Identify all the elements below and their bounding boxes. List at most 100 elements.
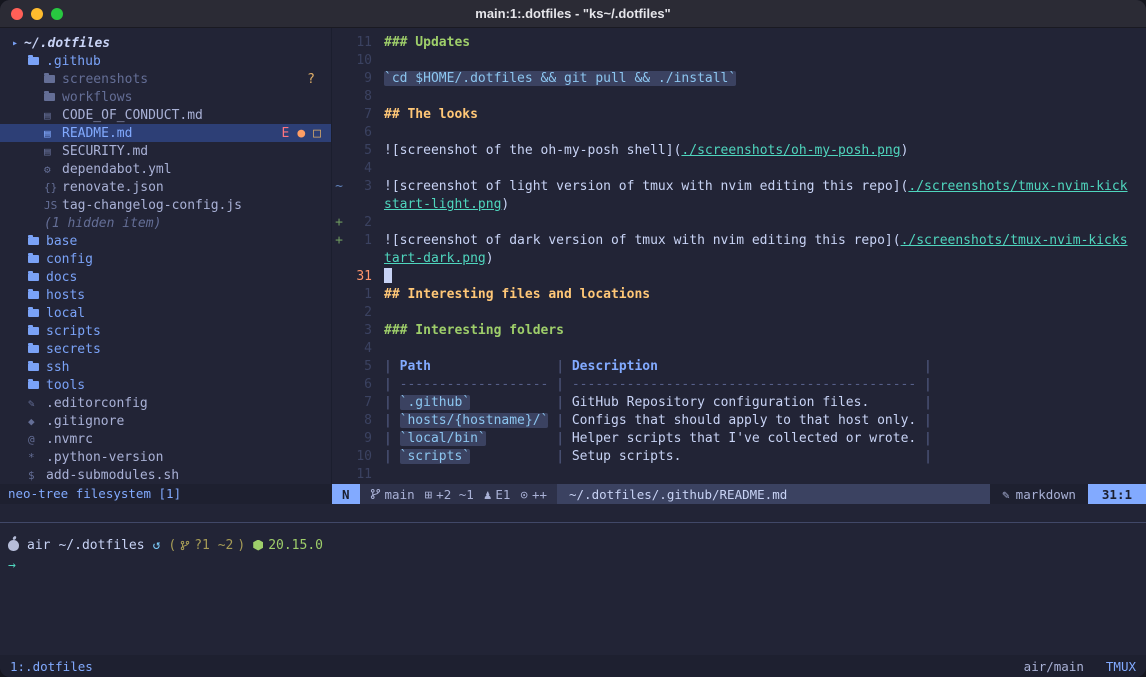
tree-item-github[interactable]: .github <box>0 52 331 70</box>
tree-item-security[interactable]: ▤ SECURITY.md <box>0 142 331 160</box>
diff-counts: +2 ~1 <box>436 487 474 502</box>
git-dirty-counts: ?1 ~2 <box>194 538 233 553</box>
editor-line[interactable]: 9 `cd $HOME/.dotfiles && git pull && ./i… <box>332 70 1146 88</box>
shell-pane[interactable]: air ~/.dotfiles ↺ ( ?1 ~2 ) 20.15.0 <box>0 523 1146 655</box>
tree-item-screenshots[interactable]: screenshots ? <box>0 70 331 88</box>
zoom-button[interactable] <box>51 8 63 20</box>
tree-item-renovate[interactable]: {} renovate.json <box>0 178 331 196</box>
prompt-path: ~/.dotfiles <box>58 538 144 553</box>
titlebar: main:1:.dotfiles - "ks~/.dotfiles" <box>0 0 1146 28</box>
editor-line-wrap[interactable]: tart-dark.png) <box>332 250 1146 268</box>
inline-code: `scripts` <box>400 449 470 464</box>
tree-item-dependabot[interactable]: ⚙ dependabot.yml <box>0 160 331 178</box>
asterisk-icon: * <box>28 451 46 464</box>
folder-icon <box>28 255 39 263</box>
markdown-link[interactable]: ./screenshots/oh-my-posh.png <box>681 143 900 158</box>
editor-line[interactable]: +1 ![screenshot of dark version of tmux … <box>332 232 1146 250</box>
tree-item-hosts[interactable]: hosts <box>0 286 331 304</box>
editor-cursor-line[interactable]: 31 <box>332 268 1146 286</box>
tree-item-readme[interactable]: ▤ README.md E ● □ <box>0 124 331 142</box>
minimize-button[interactable] <box>31 8 43 20</box>
markdown-file-icon: ▤ <box>44 145 62 158</box>
tree-root[interactable]: ~/.dotfiles <box>0 34 331 52</box>
gear-icon: ⚙ <box>44 163 62 176</box>
folder-icon <box>44 93 55 101</box>
folder-icon <box>28 57 39 65</box>
tree-item-tools[interactable]: tools <box>0 376 331 394</box>
editor-table-row[interactable]: 9 | `local/bin` | Helper scripts that I'… <box>332 430 1146 448</box>
editor-line[interactable]: 11 ### Updates <box>332 34 1146 52</box>
expand-arrow-icon <box>12 38 18 49</box>
tree-item-code-of-conduct[interactable]: ▤ CODE_OF_CONDUCT.md <box>0 106 331 124</box>
tree-hidden-items-note[interactable]: (1 hidden item) <box>0 214 331 232</box>
editor-line[interactable]: 3 ### Interesting folders <box>332 322 1146 340</box>
markdown-link[interactable]: start-light.png <box>384 197 501 212</box>
tmux-status-bar: 1:.dotfiles air/main TMUX <box>0 655 1146 677</box>
tree-item-gitignore[interactable]: ◆ .gitignore <box>0 412 331 430</box>
markdown-link[interactable]: ./screenshots/tmux-nvim-kicks <box>901 233 1128 248</box>
editor-line[interactable]: 4 <box>332 340 1146 358</box>
tree-item-ssh[interactable]: ssh <box>0 358 331 376</box>
tree-item-workflows[interactable]: workflows <box>0 88 331 106</box>
markdown-link[interactable]: tart-dark.png <box>384 251 486 266</box>
cursor-block <box>384 268 392 283</box>
close-button[interactable] <box>11 8 23 20</box>
git-untracked-marker: ? <box>307 72 315 87</box>
folder-icon <box>28 273 39 281</box>
editor-line[interactable]: 6 <box>332 124 1146 142</box>
mode-indicator: N <box>332 484 360 504</box>
node-icon <box>253 540 263 551</box>
editor-line[interactable]: ~3 ![screenshot of light version of tmux… <box>332 178 1146 196</box>
editor-line[interactable]: 5 ![screenshot of the oh-my-posh shell](… <box>332 142 1146 160</box>
tree-item-secrets[interactable]: secrets <box>0 340 331 358</box>
folder-icon <box>28 345 39 353</box>
editor-table-row[interactable]: 7 | `.github` | GitHub Repository config… <box>332 394 1146 412</box>
tree-item-python-version[interactable]: * .python-version <box>0 448 331 466</box>
editor-table-row[interactable]: 10 | `scripts` | Setup scripts. | <box>332 448 1146 466</box>
error-flag: E <box>282 126 290 141</box>
tree-item-editorconfig[interactable]: ✎ .editorconfig <box>0 394 331 412</box>
prompt-host: air <box>27 538 50 553</box>
tree-item-base[interactable]: base <box>0 232 331 250</box>
editor-table-header[interactable]: 5 | Path | Description | <box>332 358 1146 376</box>
tree-item-local[interactable]: local <box>0 304 331 322</box>
prompt-git-segment: ( ?1 ~2 ) <box>168 538 245 553</box>
editor-line[interactable]: +2 <box>332 214 1146 232</box>
editor-line[interactable]: 1 ## Interesting files and locations <box>332 286 1146 304</box>
node-version: 20.15.0 <box>268 538 323 553</box>
node-segment: 20.15.0 <box>253 538 323 553</box>
lsp-icon: ⊙ <box>520 487 528 502</box>
editor-line[interactable]: 11 <box>332 466 1146 484</box>
tree-item-docs[interactable]: docs <box>0 268 331 286</box>
table-header-path: Path <box>400 359 431 374</box>
tree-item-scripts[interactable]: scripts <box>0 322 331 340</box>
at-icon: @ <box>28 433 46 446</box>
editor-line[interactable]: 7 ## The looks <box>332 106 1146 124</box>
inline-code: `hosts/{hostname}/` <box>400 413 549 428</box>
tree-item-config[interactable]: config <box>0 250 331 268</box>
json-icon: {} <box>44 181 62 194</box>
diagnostics-group: ♟ E1 <box>484 487 511 502</box>
branch-icon <box>180 540 190 551</box>
lsp-group: ⊙ ++ <box>520 487 547 502</box>
tree-item-tag-changelog[interactable]: JS tag-changelog-config.js <box>0 196 331 214</box>
tmux-window-item[interactable]: 1:.dotfiles <box>10 659 93 674</box>
filetype-segment: ✎ markdown <box>990 484 1088 504</box>
editor-line[interactable]: 2 <box>332 304 1146 322</box>
editor-table-rule[interactable]: 6 | ------------------- | --------------… <box>332 376 1146 394</box>
file-status-flags: E ● □ <box>282 126 321 141</box>
editor-line[interactable]: 4 <box>332 160 1146 178</box>
editor-line[interactable]: 8 <box>332 88 1146 106</box>
branch-group: main <box>370 487 415 502</box>
editor-table-row[interactable]: 8 | `hosts/{hostname}/` | Configs that s… <box>332 412 1146 430</box>
tree-item-add-submodules[interactable]: $ add-submodules.sh <box>0 466 331 484</box>
tree-item-nvmrc[interactable]: @ .nvmrc <box>0 430 331 448</box>
nvim-cmdline <box>0 504 1146 522</box>
editor-line[interactable]: 10 <box>332 52 1146 70</box>
neotree-statusline: neo-tree filesystem [1] <box>0 484 332 504</box>
status-box-icon: □ <box>313 126 321 141</box>
nvim-pane: ~/.dotfiles .github screenshots ? <box>0 28 1146 522</box>
folder-icon <box>28 363 39 371</box>
markdown-link[interactable]: ./screenshots/tmux-nvim-kick <box>908 179 1127 194</box>
editor-line-wrap[interactable]: start-light.png) <box>332 196 1146 214</box>
